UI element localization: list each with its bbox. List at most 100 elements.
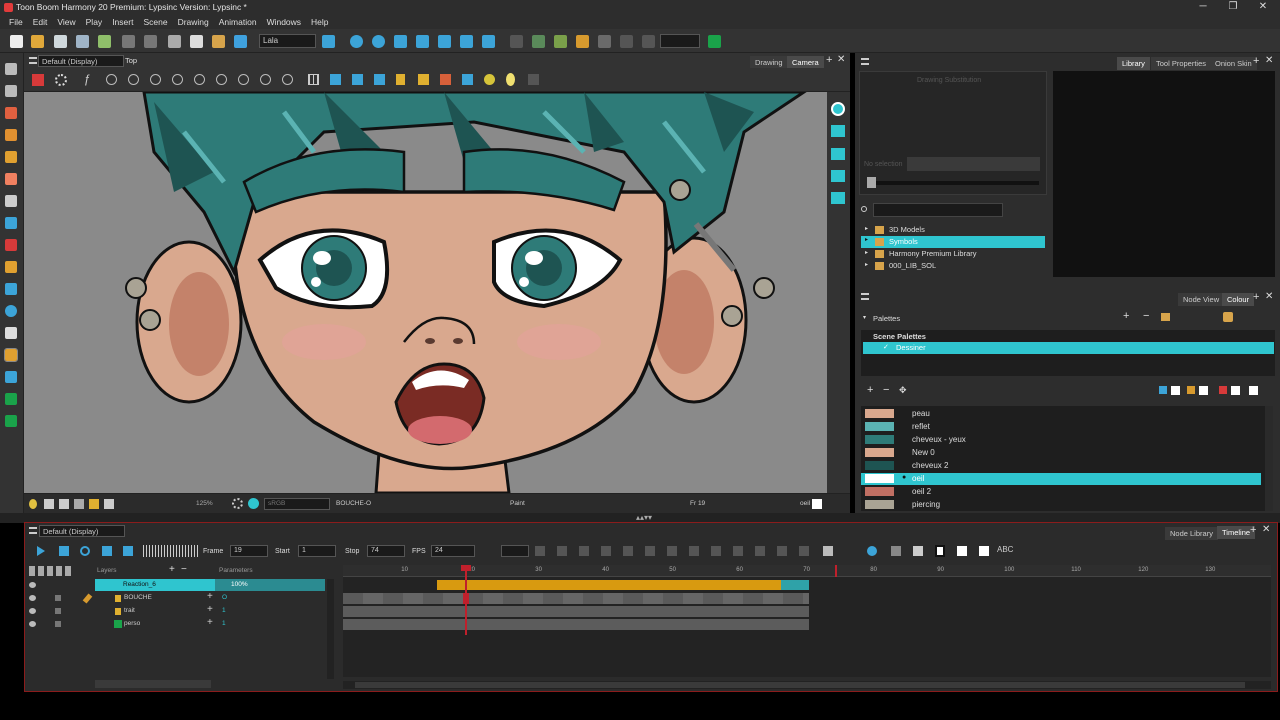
mask-icon[interactable]: [238, 74, 249, 85]
close-view-icon[interactable]: ✕: [1262, 524, 1270, 535]
view-eye-icon[interactable]: [831, 102, 845, 116]
tree-item-3d-models[interactable]: ▸ 3D Models: [861, 225, 1045, 236]
light-icon[interactable]: [506, 73, 515, 86]
colour-row[interactable]: cheveux 2: [861, 460, 1261, 472]
layer-row-trait[interactable]: trait + 1: [25, 604, 335, 618]
run-script-icon[interactable]: [708, 35, 721, 48]
colour-row-selected[interactable]: ● oeil: [861, 473, 1261, 485]
expand-icon[interactable]: [913, 546, 923, 556]
swatch-view-icon[interactable]: [1171, 386, 1180, 395]
menu-scene[interactable]: Scene: [138, 15, 172, 29]
frame-icon[interactable]: [44, 499, 54, 509]
menu-view[interactable]: View: [52, 15, 80, 29]
menu-windows[interactable]: Windows: [262, 15, 306, 29]
new-icon[interactable]: [10, 35, 23, 48]
redo-icon[interactable]: [144, 35, 157, 48]
copy-icon[interactable]: [190, 35, 203, 48]
deform-icon[interactable]: [510, 35, 523, 48]
search-icon[interactable]: [861, 206, 867, 212]
tree-item-harmony-library[interactable]: ▸ Harmony Premium Library: [861, 249, 1045, 260]
panel-menu-icon[interactable]: [29, 57, 37, 64]
view-mode-label[interactable]: Top: [125, 56, 137, 65]
rigging-tool-icon[interactable]: [5, 393, 17, 405]
palettes-toggle[interactable]: ▾: [863, 314, 866, 321]
zoom-level[interactable]: 125%: [196, 500, 213, 507]
layers-icon[interactable]: [831, 125, 845, 137]
shape-tool-icon[interactable]: [5, 217, 17, 229]
shade-icon[interactable]: [194, 74, 205, 85]
tree-item-symbols[interactable]: ▸ Symbols: [861, 236, 1045, 248]
cut-icon[interactable]: [168, 35, 181, 48]
close-view-icon[interactable]: ✕: [837, 54, 845, 65]
menu-insert[interactable]: Insert: [107, 15, 138, 29]
add-view-icon[interactable]: +: [1253, 55, 1259, 67]
onion-next-icon[interactable]: [150, 74, 161, 85]
palette-lock-icon[interactable]: [1223, 312, 1233, 322]
tab-colour[interactable]: Colour: [1222, 293, 1255, 306]
zoom-tool-icon[interactable]: [5, 415, 17, 427]
swatch-large-icon[interactable]: [1199, 386, 1208, 395]
colour-row[interactable]: piercing: [861, 499, 1261, 511]
visibility-icon[interactable]: [29, 595, 36, 601]
select-tool-icon[interactable]: [322, 35, 335, 48]
weighted-deform-icon[interactable]: [642, 35, 655, 48]
colour-pot-icon[interactable]: [5, 239, 17, 251]
camera-mask-icon[interactable]: [59, 499, 69, 509]
field-chart-icon[interactable]: [330, 74, 341, 85]
menu-play[interactable]: Play: [81, 15, 108, 29]
function-icon[interactable]: ƒ: [84, 72, 91, 86]
paste-icon[interactable]: [212, 35, 225, 48]
safe-area-icon[interactable]: [282, 74, 293, 85]
layers-down-icon[interactable]: [831, 148, 845, 160]
skew-icon[interactable]: [416, 35, 429, 48]
menu-drawing[interactable]: Drawing: [173, 15, 214, 29]
colour-icon[interactable]: [440, 74, 451, 85]
timeline-action-icons[interactable]: [535, 546, 815, 556]
grid-toggle-icon[interactable]: [74, 499, 84, 509]
layers-up-icon[interactable]: [831, 170, 845, 182]
playhead[interactable]: [465, 565, 467, 635]
scale-icon[interactable]: [394, 35, 407, 48]
substitution-field[interactable]: [907, 157, 1040, 171]
layer-select[interactable]: Lala: [259, 34, 316, 48]
eraser-tool-icon[interactable]: [5, 173, 17, 185]
swatch-list-icon[interactable]: [1231, 386, 1240, 395]
visibility-icon[interactable]: [29, 582, 36, 588]
preview-icon[interactable]: [374, 74, 385, 85]
layer-row-perso[interactable]: perso + 1: [25, 617, 335, 631]
colour-row[interactable]: reflet: [861, 421, 1261, 433]
add-colour-icon[interactable]: +: [867, 384, 873, 396]
texture-icon[interactable]: [1219, 386, 1227, 394]
grid-icon[interactable]: [308, 74, 319, 85]
text-tool-icon[interactable]: [5, 195, 17, 207]
ik-icon[interactable]: [482, 35, 495, 48]
pencil-tool-icon[interactable]: [5, 129, 17, 141]
render-icon[interactable]: [234, 35, 247, 48]
bulb-icon[interactable]: [29, 499, 37, 509]
minimize-icon[interactable]: ─: [1188, 1, 1218, 12]
save-as-icon[interactable]: [76, 35, 89, 48]
playhead-marker[interactable]: [461, 565, 471, 571]
layers-all-icon[interactable]: [831, 192, 845, 204]
loop-icon[interactable]: [80, 546, 90, 556]
lock-status-icon[interactable]: [89, 499, 99, 509]
dropper-tool-icon[interactable]: [5, 305, 17, 317]
layer-panel-scrollbar[interactable]: [327, 579, 334, 679]
keyframe-icon[interactable]: [823, 546, 833, 556]
paint-bucket-icon[interactable]: [1187, 386, 1195, 394]
play-selection-icon[interactable]: [59, 546, 69, 556]
paint-tool-icon[interactable]: [4, 348, 18, 362]
add-layer-icon[interactable]: +: [169, 564, 175, 575]
panel-menu-icon[interactable]: [861, 293, 869, 300]
remove-palette-icon[interactable]: −: [1143, 310, 1149, 322]
substitution-slider[interactable]: [869, 181, 1039, 185]
tab-onion-skin[interactable]: Onion Skin: [1210, 57, 1257, 70]
mark-icon[interactable]: [957, 546, 967, 556]
frame-hscroll[interactable]: [343, 681, 1271, 689]
colour-row[interactable]: cheveux - yeux: [861, 434, 1261, 446]
deform-envelope-icon[interactable]: [554, 35, 567, 48]
layer-header-icons[interactable]: [29, 566, 73, 576]
colour-row[interactable]: peau: [861, 408, 1261, 420]
outline-icon[interactable]: [216, 74, 227, 85]
sound-icon[interactable]: [102, 546, 112, 556]
